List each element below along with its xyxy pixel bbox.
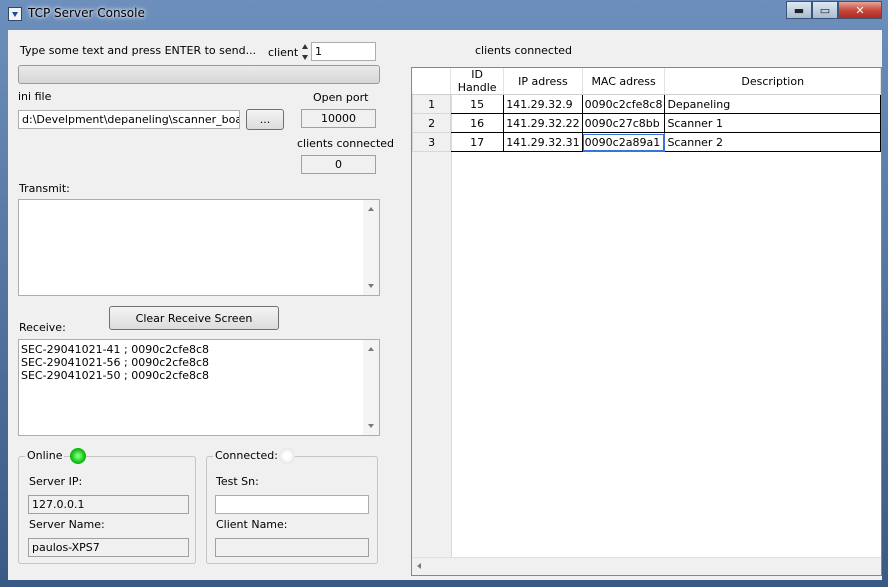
- scroll-up-icon[interactable]: [368, 347, 374, 351]
- receive-textarea[interactable]: SEC-29041021-41 ; 0090c2cfe8c8 SEC-29041…: [18, 339, 380, 436]
- receive-line: SEC-29041021-56 ; 0090c2cfe8c8: [21, 356, 210, 369]
- id-handle-cell[interactable]: 17: [450, 132, 505, 152]
- app-icon[interactable]: [8, 7, 22, 21]
- clients-grid[interactable]: ID Handle IP adress MAC adress Descripti…: [411, 67, 882, 576]
- spin-up-icon[interactable]: [302, 44, 308, 49]
- close-button[interactable]: ✕: [838, 1, 882, 19]
- client-name-label: Client Name:: [216, 518, 288, 531]
- spin-down-icon[interactable]: [302, 55, 308, 60]
- scroll-left-icon[interactable]: [417, 563, 421, 569]
- receive-line: SEC-29041021-50 ; 0090c2cfe8c8: [21, 369, 210, 382]
- receive-scrollbar[interactable]: [363, 340, 379, 435]
- title-bar[interactable]: TCP Server Console ▬ ▭ ✕: [0, 0, 888, 30]
- maximize-button[interactable]: ▭: [812, 1, 838, 19]
- description-cell[interactable]: Scanner 2: [664, 132, 881, 152]
- test-sn-label: Test Sn:: [216, 475, 259, 488]
- column-header-id-handle[interactable]: ID Handle: [450, 68, 505, 95]
- server-name-field[interactable]: paulos-XPS7: [28, 538, 189, 557]
- description-cell[interactable]: Depaneling: [664, 94, 881, 114]
- open-port-field[interactable]: 10000: [301, 109, 376, 128]
- row-header-cell[interactable]: 1: [412, 94, 452, 114]
- scroll-down-icon[interactable]: [368, 284, 374, 288]
- online-group: Online Server IP: 127.0.0.1 Server Name:…: [18, 448, 196, 564]
- corner-header-cell[interactable]: [412, 68, 452, 95]
- ip-adress-cell[interactable]: 141.29.32.22: [503, 113, 583, 133]
- client-label: client: [268, 46, 299, 59]
- client-name-field[interactable]: [215, 538, 369, 557]
- clients-grid-title: clients connected: [475, 44, 573, 57]
- grid-header-row: ID Handle IP adress MAC adress Descripti…: [412, 68, 881, 95]
- server-ip-label: Server IP:: [29, 475, 83, 488]
- table-row[interactable]: 2 16 141.29.32.22 0090c27c8bb Scanner 1: [412, 113, 881, 133]
- mac-adress-cell[interactable]: 0090c27c8bb: [581, 113, 666, 133]
- window-controls: ▬ ▭ ✕: [786, 1, 882, 20]
- transmit-textarea[interactable]: [18, 199, 380, 296]
- row-header-column: [412, 91, 452, 558]
- server-ip-field[interactable]: 127.0.0.1: [28, 495, 189, 514]
- connected-group: Connected: Test Sn: Client Name:: [206, 448, 378, 564]
- column-header-mac-adress[interactable]: MAC adress: [582, 68, 666, 95]
- row-header-cell[interactable]: 2: [412, 113, 452, 133]
- connected-status-led-icon: [279, 448, 295, 464]
- ip-adress-cell[interactable]: 141.29.32.9: [503, 94, 583, 114]
- send-progress-bar: [18, 65, 380, 84]
- id-handle-cell[interactable]: 15: [450, 94, 505, 114]
- clients-connected-count: 0: [301, 155, 376, 174]
- transmit-label: Transmit:: [19, 182, 70, 195]
- table-row[interactable]: 1 15 141.29.32.9 0090c2cfe8c8 Depaneling: [412, 94, 881, 114]
- minimize-button[interactable]: ▬: [786, 1, 812, 19]
- ip-adress-cell[interactable]: 141.29.32.31: [503, 132, 583, 152]
- receive-line: SEC-29041021-41 ; 0090c2cfe8c8: [21, 343, 210, 356]
- receive-lines: SEC-29041021-41 ; 0090c2cfe8c8 SEC-29041…: [21, 343, 209, 382]
- scroll-down-icon[interactable]: [368, 424, 374, 428]
- window-title: TCP Server Console: [28, 6, 145, 20]
- online-group-title: Online: [25, 449, 65, 462]
- id-handle-cell[interactable]: 16: [450, 113, 505, 133]
- connected-group-title: Connected:: [213, 449, 280, 462]
- receive-label: Receive:: [19, 321, 66, 334]
- mac-adress-cell-selected[interactable]: 0090c2a89a1: [581, 132, 666, 152]
- client-number-input[interactable]: 1: [311, 42, 376, 61]
- client-spinner-arrows[interactable]: [301, 42, 310, 62]
- test-sn-input[interactable]: [215, 495, 369, 514]
- clients-connected-label: clients connected: [297, 137, 395, 150]
- row-header-cell[interactable]: 3: [412, 132, 452, 152]
- ini-file-path-input[interactable]: d:\Develpment\depaneling\scanner_board_c: [18, 110, 240, 129]
- table-row[interactable]: 3 17 141.29.32.31 0090c2a89a1 Scanner 2: [412, 132, 881, 152]
- mac-adress-cell[interactable]: 0090c2cfe8c8: [581, 94, 666, 114]
- column-header-description[interactable]: Description: [664, 68, 881, 95]
- clear-receive-screen-button[interactable]: Clear Receive Screen: [109, 306, 279, 330]
- app-window: TCP Server Console ▬ ▭ ✕ Type some text …: [0, 0, 888, 587]
- client-area: Type some text and press ENTER to send..…: [8, 30, 882, 580]
- description-cell[interactable]: Scanner 1: [664, 113, 881, 133]
- browse-ini-button[interactable]: ...: [246, 109, 284, 130]
- scroll-up-icon[interactable]: [368, 207, 374, 211]
- open-port-label: Open port: [313, 91, 369, 104]
- send-instruction-label: Type some text and press ENTER to send..…: [20, 44, 257, 57]
- clients-table: ID Handle IP adress MAC adress Descripti…: [412, 68, 881, 152]
- transmit-scrollbar[interactable]: [363, 200, 379, 295]
- column-header-ip-adress[interactable]: IP adress: [503, 68, 583, 95]
- grid-horizontal-scrollbar[interactable]: [412, 557, 881, 575]
- ini-file-label: ini file: [18, 90, 52, 103]
- server-name-label: Server Name:: [29, 518, 105, 531]
- online-status-led-icon: [70, 448, 86, 464]
